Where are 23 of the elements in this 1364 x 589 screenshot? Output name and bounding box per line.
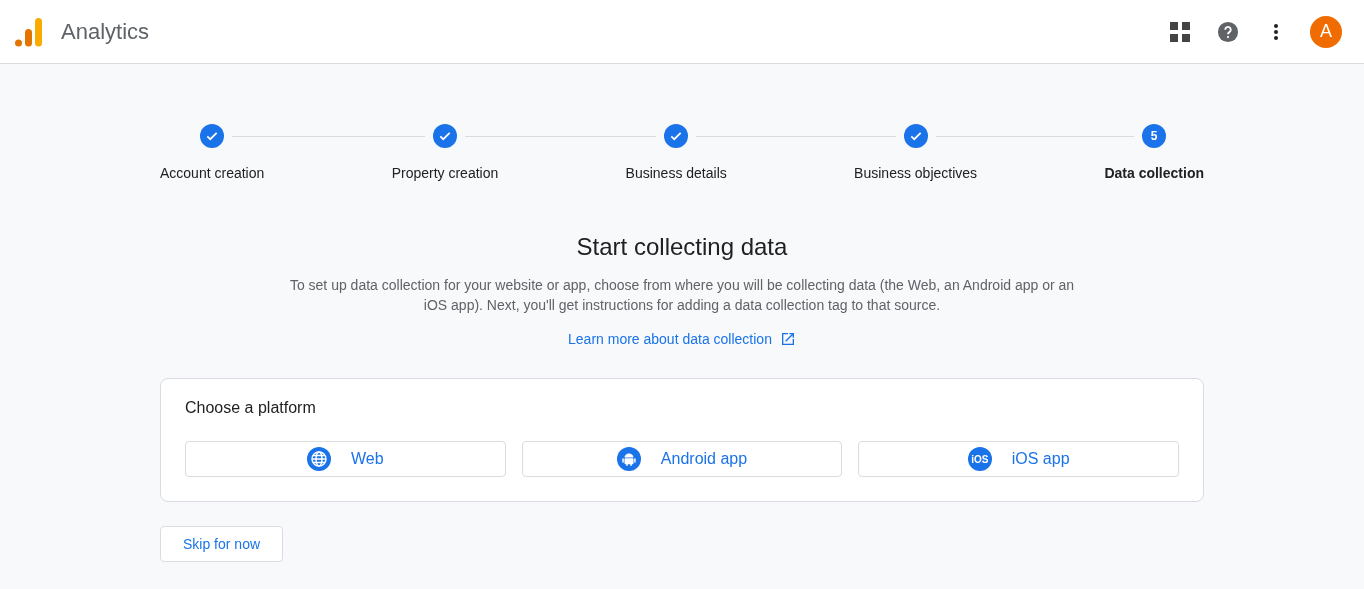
globe-icon <box>307 447 331 471</box>
step-label: Property creation <box>391 165 499 181</box>
step-number: 5 <box>1142 124 1167 148</box>
page-heading: Start collecting data <box>575 233 789 261</box>
platform-button[interactable]: iOS iOS app <box>858 441 1179 477</box>
step-label: Account creation <box>160 165 265 181</box>
help-icon[interactable] <box>1216 19 1240 44</box>
step-label: Data collection <box>1104 165 1204 181</box>
step-label: Business objectives <box>854 165 978 181</box>
bar-chart-logo-icon <box>15 16 43 47</box>
platform-button[interactable]: Android app <box>521 441 843 477</box>
card-title: Choose a platform <box>185 399 317 417</box>
platform-button[interactable]: Web <box>185 441 506 477</box>
external-link-icon <box>779 331 796 347</box>
apps-icon[interactable] <box>1168 19 1192 44</box>
learn-more-link[interactable]: Learn more about data collection <box>568 331 796 347</box>
avatar[interactable]: A <box>1310 15 1342 48</box>
app-title: Analytics <box>61 18 150 45</box>
description: To set up data collection for your website or app, choose from where you will be collecting data (the Web, an Android app or an iOS app). Next, you'll get instructions for adding a data collection tag to that source. <box>289 276 1075 315</box>
android-icon <box>616 447 641 471</box>
skip-button[interactable]: Skip for now <box>160 526 284 562</box>
step-label: Business details <box>625 165 727 181</box>
ios-icon: iOS <box>967 447 992 471</box>
